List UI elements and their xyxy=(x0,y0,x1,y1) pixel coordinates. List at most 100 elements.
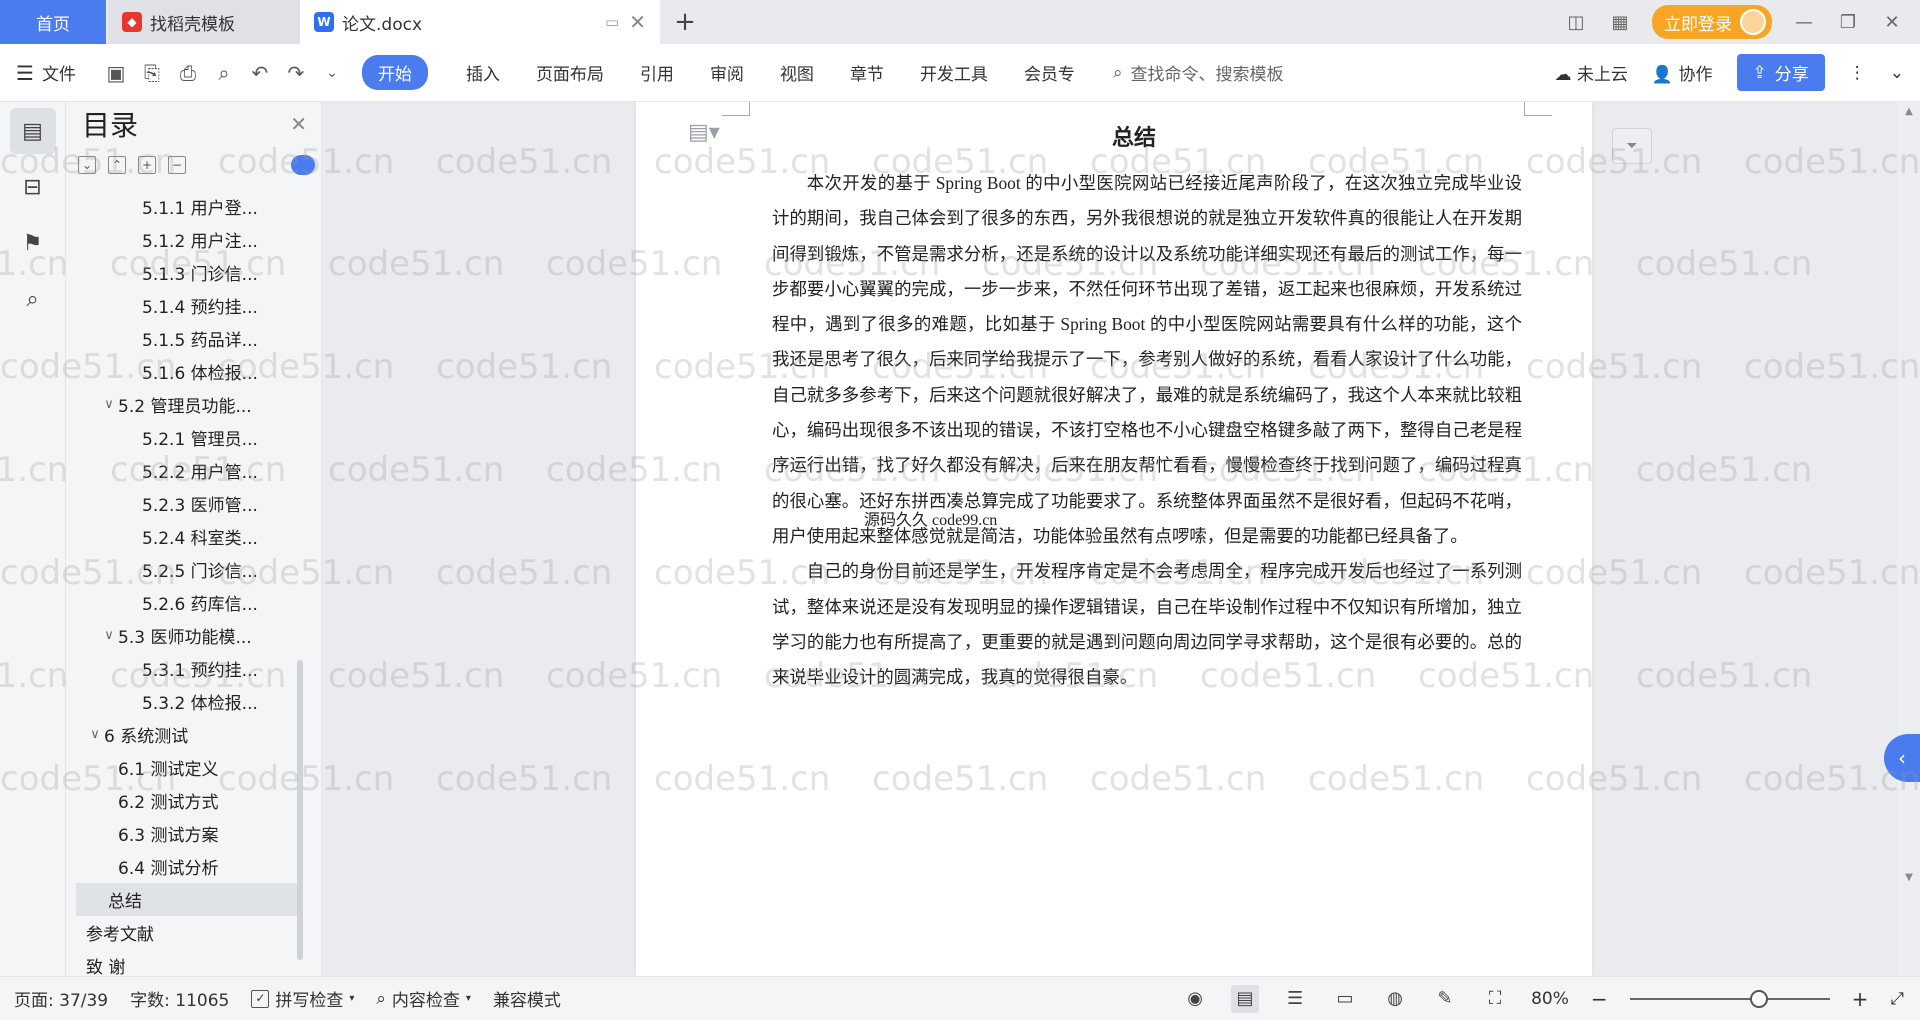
command-search[interactable]: ⌕ 查找命令、搜索模板 xyxy=(1113,60,1284,86)
bookmark-icon[interactable]: ⚑ xyxy=(10,220,56,266)
outline-view-icon[interactable]: ☰ xyxy=(1281,985,1309,1013)
toc-item-label: 致 谢 xyxy=(86,958,126,976)
zoom-slider[interactable] xyxy=(1629,989,1830,1008)
chevron-down-icon[interactable]: ∨ xyxy=(86,727,104,742)
chevron-down-icon[interactable]: ∨ xyxy=(100,628,118,643)
ai-assistant-icon[interactable] xyxy=(291,155,315,175)
toc-item[interactable]: 6.1 测试定义 xyxy=(76,751,302,784)
zoom-level[interactable]: 80% xyxy=(1531,989,1569,1009)
remove-heading-icon[interactable]: − xyxy=(168,156,186,174)
menu-references[interactable]: 引用 xyxy=(622,60,692,85)
check-icon: ✓ xyxy=(251,989,270,1008)
tab-home[interactable]: 首页 xyxy=(0,0,106,44)
menu-developer[interactable]: 开发工具 xyxy=(902,60,1006,85)
scroll-up-icon[interactable]: ▲ xyxy=(1898,106,1920,117)
chevron-down-icon[interactable]: ∨ xyxy=(100,397,118,412)
fit-page-icon[interactable]: ⛶ xyxy=(1481,985,1509,1013)
document-workspace: ▤▾ 总结 本次开发的基于 Spring Boot 的中小型医院网站已经接近尾声… xyxy=(322,102,1898,976)
toc-item[interactable]: 5.2.6 药库信... xyxy=(76,586,302,619)
file-menu[interactable]: ☰ 文件 xyxy=(16,60,76,86)
expand-all-icon[interactable]: ⌄ xyxy=(78,156,96,174)
save-icon[interactable]: ▣ xyxy=(98,55,134,91)
toc-item[interactable]: 5.1.2 用户注... xyxy=(76,223,302,256)
web-view-icon[interactable]: ◍ xyxy=(1381,985,1409,1013)
toc-item[interactable]: 5.2.1 管理员... xyxy=(76,421,302,454)
menu-insert[interactable]: 插入 xyxy=(448,60,518,85)
tab-find-template[interactable]: ◆ 找稻壳模板 xyxy=(108,0,300,44)
close-window-icon[interactable]: ✕ xyxy=(1880,12,1904,33)
zoom-slider-knob[interactable] xyxy=(1749,989,1768,1008)
close-tab-icon[interactable]: ✕ xyxy=(629,10,646,34)
menu-section[interactable]: 章节 xyxy=(832,60,902,85)
find-icon[interactable]: ⌕ xyxy=(10,276,56,322)
spell-check-button[interactable]: ✓ 拼写检查 ▾ xyxy=(251,986,354,1011)
panel-toggle-icon[interactable]: ⏷ xyxy=(1612,128,1652,164)
export-pdf-icon[interactable]: ⎘ xyxy=(134,55,170,91)
fullscreen-icon[interactable]: ⤢ xyxy=(1890,989,1904,1009)
toc-item[interactable]: 5.1.3 门诊信... xyxy=(76,256,302,289)
collapse-all-icon[interactable]: ⌃ xyxy=(108,156,126,174)
minimize-icon[interactable]: — xyxy=(1792,12,1816,33)
zoom-in-icon[interactable]: + xyxy=(1852,987,1869,1011)
toc-item[interactable]: ∨ 5.2 管理员功能... xyxy=(76,388,302,421)
close-icon[interactable]: ✕ xyxy=(290,112,307,136)
toc-item[interactable]: 致 谢 xyxy=(76,949,302,976)
toc-item[interactable]: 参考文献 xyxy=(76,916,302,949)
zoom-out-icon[interactable]: − xyxy=(1591,987,1608,1011)
toc-item[interactable]: ∨ 6 系统测试 xyxy=(76,718,302,751)
menu-start[interactable]: 开始 xyxy=(361,55,428,90)
toc-item[interactable]: 5.1.4 预约挂... xyxy=(76,289,302,322)
content-check-button[interactable]: ⌕ 内容检查 ▾ xyxy=(376,986,471,1012)
word-count[interactable]: 字数: 11065 xyxy=(130,986,229,1011)
toc-item[interactable]: 5.1.5 药品详... xyxy=(76,322,302,355)
share-button[interactable]: ⇪ 分享 xyxy=(1736,54,1825,91)
content-check-icon: ⌕ xyxy=(376,988,386,1009)
menu-member[interactable]: 会员专 xyxy=(1006,60,1093,85)
undo-icon[interactable]: ↶ xyxy=(242,55,278,91)
cloud-status[interactable]: ☁ 未上云 xyxy=(1555,60,1628,85)
restore-icon[interactable]: ❐ xyxy=(1836,12,1860,33)
toc-item[interactable]: 6.3 测试方案 xyxy=(76,817,302,850)
print-preview-icon[interactable]: ⌕ xyxy=(206,55,242,91)
toc-item[interactable]: 5.2.5 门诊信... xyxy=(76,553,302,586)
menu-review[interactable]: 审阅 xyxy=(692,60,762,85)
menu-page-layout[interactable]: 页面布局 xyxy=(518,60,622,85)
menu-view[interactable]: 视图 xyxy=(762,60,832,85)
toc-item[interactable]: ∨ 5.3 医师功能模... xyxy=(76,619,302,652)
document-body: 本次开发的基于 Spring Boot 的中小型医院网站已经接近尾声阶段了，在这… xyxy=(772,166,1522,695)
more-icon[interactable]: ⋮ xyxy=(1849,63,1866,83)
scroll-down-icon[interactable]: ▼ xyxy=(1898,872,1920,883)
tab-document[interactable]: W 论文.docx ▭ ✕ xyxy=(300,0,660,44)
toc-item[interactable]: 5.1.1 用户登... xyxy=(76,190,302,223)
write-view-icon[interactable]: ✎ xyxy=(1431,985,1459,1013)
toc-item[interactable]: 5.3.1 预约挂... xyxy=(76,652,302,685)
monitor-icon[interactable]: ▭ xyxy=(605,13,619,31)
toc-panel-icon[interactable]: ▤ xyxy=(9,108,56,154)
add-heading-icon[interactable]: + xyxy=(138,156,156,174)
read-view-icon[interactable]: ▭ xyxy=(1331,985,1359,1013)
page-indicator[interactable]: 页面: 37/39 xyxy=(14,986,108,1011)
collapse-ribbon-icon[interactable]: ⌄ xyxy=(1890,63,1904,83)
layout-icon[interactable]: ◫ xyxy=(1564,12,1588,33)
chapter-nav-icon[interactable]: ⊟ xyxy=(10,164,56,210)
vertical-scrollbar[interactable]: ▲ ▼ xyxy=(1898,102,1920,976)
toc-item[interactable]: 5.2.2 用户管... xyxy=(76,454,302,487)
toc-item[interactable]: 总结 xyxy=(76,883,302,916)
toc-item[interactable]: 5.1.6 体检报... xyxy=(76,355,302,388)
quick-access-dropdown-icon[interactable]: ⌄ xyxy=(314,55,350,91)
login-button[interactable]: 立即登录 xyxy=(1652,5,1772,39)
toc-scrollbar[interactable] xyxy=(297,660,303,960)
toc-item[interactable]: 5.2.3 医师管... xyxy=(76,487,302,520)
toc-item[interactable]: 6.4 测试分析 xyxy=(76,850,302,883)
collaborate-button[interactable]: 👤 协作 xyxy=(1652,60,1713,85)
print-icon[interactable]: ⎙ xyxy=(170,55,206,91)
eye-protect-icon[interactable]: ◉ xyxy=(1181,985,1209,1013)
page-view-icon[interactable]: ▤ xyxy=(1231,984,1260,1013)
toc-item[interactable]: 5.2.4 科室类... xyxy=(76,520,302,553)
toc-item[interactable]: 6.2 测试方式 xyxy=(76,784,302,817)
toc-item[interactable]: 5.3.2 体检报... xyxy=(76,685,302,718)
grid-apps-icon[interactable]: ▦ xyxy=(1608,12,1632,33)
new-tab-button[interactable]: + xyxy=(660,0,710,44)
redo-icon[interactable]: ↷ xyxy=(278,55,314,91)
document-page[interactable]: ▤▾ 总结 本次开发的基于 Spring Boot 的中小型医院网站已经接近尾声… xyxy=(636,102,1592,976)
